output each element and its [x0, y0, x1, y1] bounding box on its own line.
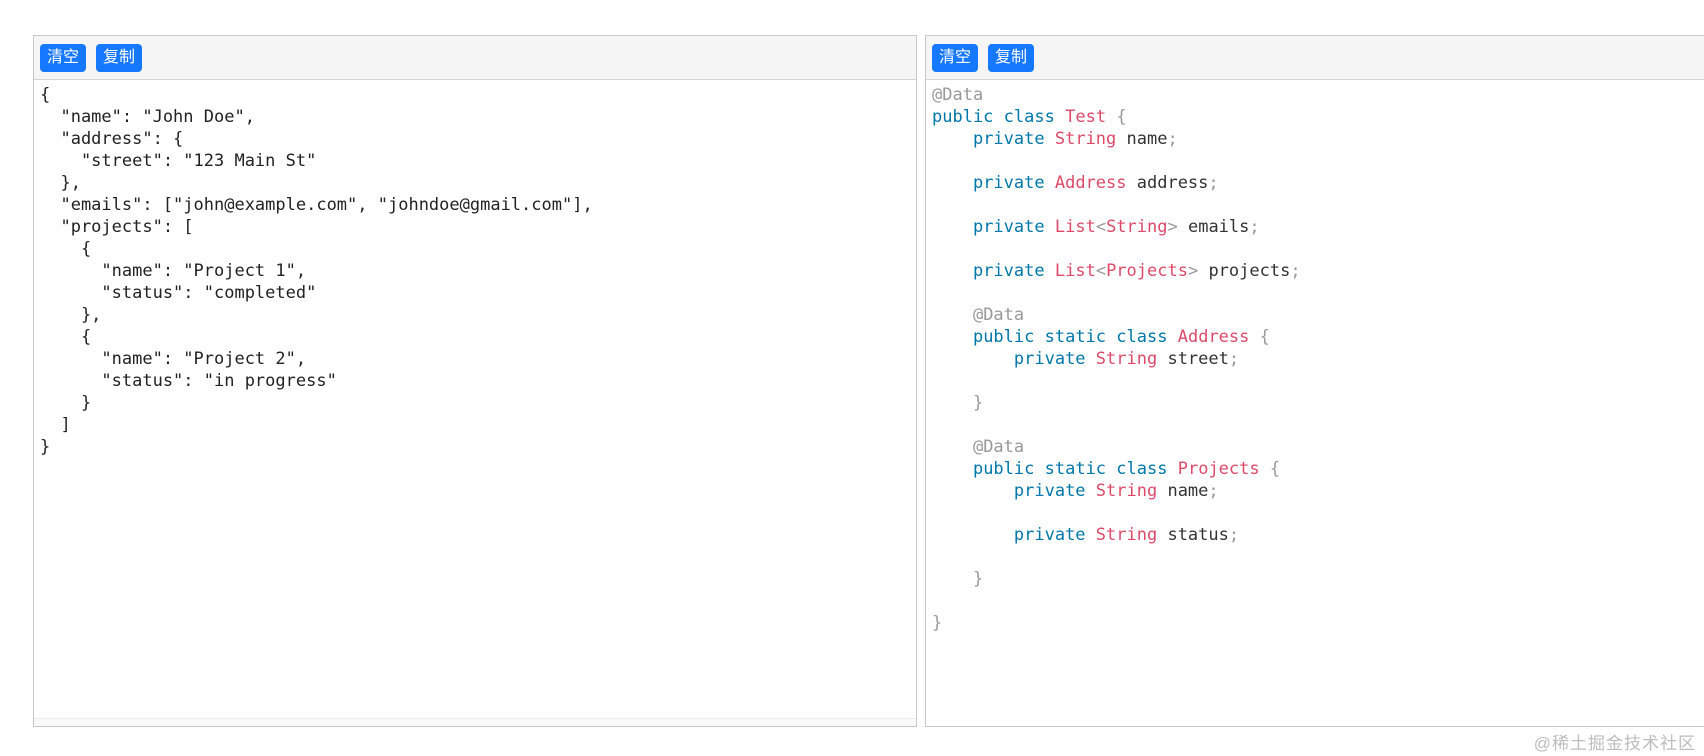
watermark: @稀土掘金技术社区: [1533, 734, 1696, 753]
clear-button[interactable]: 清空: [932, 43, 979, 72]
java-output-toolbar: 清空 复制: [926, 36, 1704, 80]
json-input[interactable]: { "name": "John Doe", "address": { "stre…: [34, 80, 916, 462]
horizontal-scrollbar[interactable]: [34, 718, 916, 726]
json-input-content: { "name": "John Doe", "address": { "stre…: [34, 80, 916, 726]
copy-button[interactable]: 复制: [988, 43, 1035, 72]
java-output-panel: 清空 复制 @Data public class Test { private …: [925, 35, 1704, 727]
json-input-panel: 清空 复制 { "name": "John Doe", "address": {…: [33, 35, 917, 727]
copy-button[interactable]: 复制: [96, 43, 143, 72]
json-input-toolbar: 清空 复制: [34, 36, 916, 80]
code-output: @Data public class Test { private String…: [932, 85, 1301, 633]
clear-button[interactable]: 清空: [40, 43, 87, 72]
java-output-content: @Data public class Test { private String…: [926, 80, 1704, 726]
